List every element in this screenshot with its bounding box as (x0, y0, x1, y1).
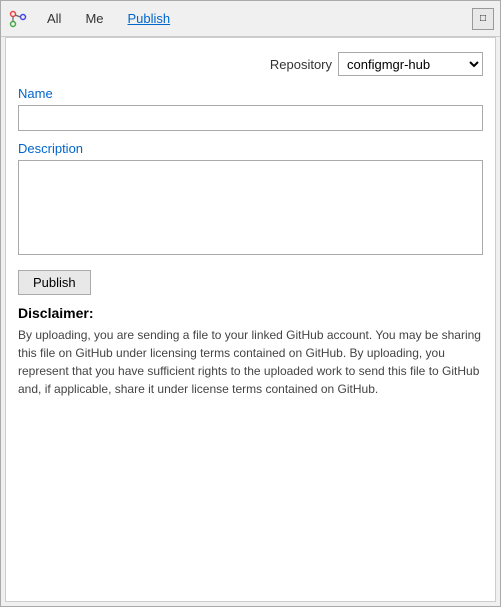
tab-me[interactable]: Me (75, 1, 113, 36)
window-controls: □ (472, 8, 494, 30)
publish-button[interactable]: Publish (18, 270, 91, 295)
app-window: All Me Publish □ Repository configmgr-hu… (0, 0, 501, 607)
name-label: Name (18, 86, 483, 101)
repo-label: Repository (270, 57, 332, 72)
content-area: Repository configmgr-hub Name Descriptio… (5, 37, 496, 602)
repository-select[interactable]: configmgr-hub (338, 52, 483, 76)
restore-button[interactable]: □ (472, 8, 494, 30)
disclaimer-text: By uploading, you are sending a file to … (18, 326, 483, 398)
disclaimer-title: Disclaimer: (18, 305, 483, 321)
branch-icon (7, 8, 29, 30)
description-label: Description (18, 141, 483, 156)
tab-publish[interactable]: Publish (118, 1, 181, 36)
tab-bar: All Me Publish □ (1, 1, 500, 37)
repo-row: Repository configmgr-hub (18, 52, 483, 76)
description-textarea[interactable] (18, 160, 483, 255)
tab-all[interactable]: All (37, 1, 71, 36)
name-input[interactable] (18, 105, 483, 131)
